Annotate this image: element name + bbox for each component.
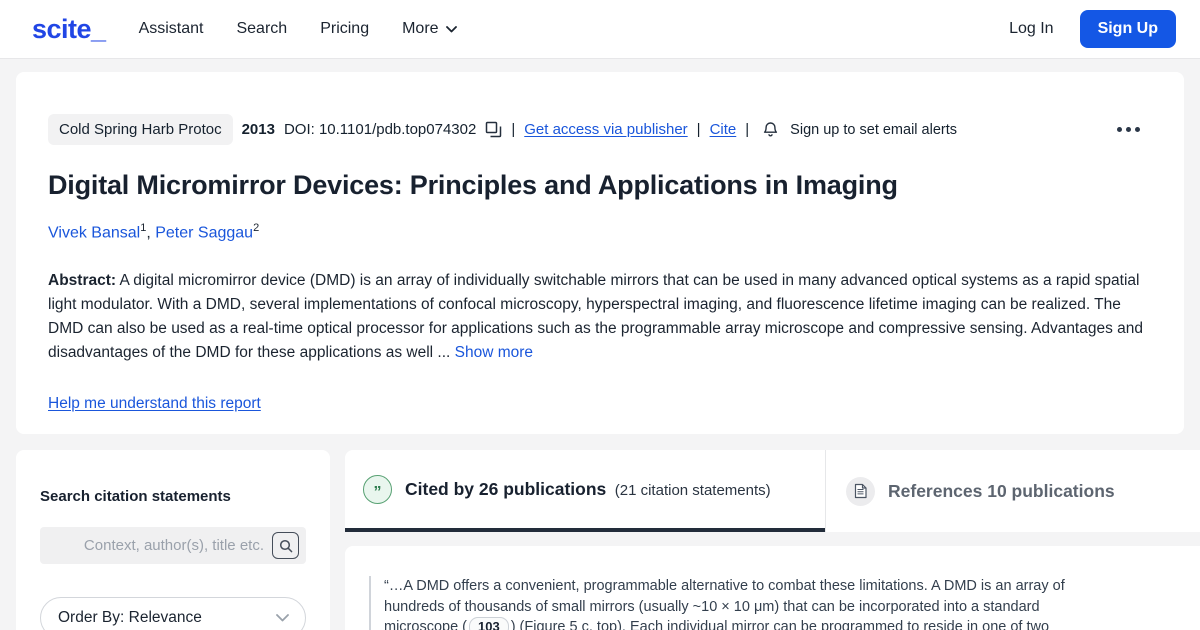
citation-statements-count: (21 citation statements) [614,481,771,499]
signup-button[interactable]: Sign Up [1079,10,1176,48]
search-panel-heading: Search citation statements [40,488,231,505]
citation-search-box [40,527,306,564]
cite-link[interactable]: Cite [710,121,737,138]
nav-more[interactable]: More [402,20,457,38]
scite-logo[interactable]: scite_ [32,14,106,45]
author-separator: , [146,224,156,242]
author-list: Vivek Bansal1, Peter Saggau2 [48,222,1152,242]
references-document-icon [846,476,875,506]
copy-icon [485,121,502,138]
search-submit-button[interactable] [272,532,299,559]
separator: | [511,121,516,138]
chevron-down-icon [445,25,457,33]
separator: | [696,121,701,138]
doi-text: DOI: 10.1101/pdb.top074302 [283,121,477,138]
site-header: scite_ Assistant Search Pricing More Log… [0,0,1200,59]
order-by-value: Order By: Relevance [58,609,202,626]
paper-summary-card: Cold Spring Harb Protoc 2013 DOI: 10.110… [16,72,1184,434]
reference-number-badge[interactable]: 103 [469,617,509,630]
citation-search-panel: Search citation statements Order By: Rel… [16,450,330,630]
citation-statements-panel: “…A DMD offers a convenient, programmabl… [345,546,1200,630]
email-alerts-link[interactable]: Sign up to set email alerts [790,122,957,138]
help-understand-link[interactable]: Help me understand this report [48,395,261,413]
chevron-down-icon [276,614,289,622]
paper-meta-row: Cold Spring Harb Protoc 2013 DOI: 10.110… [48,114,1152,145]
citation-statements-icon: ” [363,474,392,504]
order-by-select[interactable]: Order By: Relevance [40,597,306,630]
login-link[interactable]: Log In [1009,20,1053,38]
author-affiliation-sup: 2 [253,222,260,234]
abstract: Abstract: A digital micromirror device (… [48,269,1152,365]
paper-title: Digital Micromirror Devices: Principles … [48,170,898,200]
references-label: References 10 publications [888,480,1115,501]
author-link[interactable]: Vivek Bansal [48,224,140,241]
ellipsis-icon [1117,127,1140,132]
main-nav: Assistant Search Pricing More [139,20,457,38]
abstract-label: Abstract: [48,272,117,290]
search-icon [279,539,293,553]
citation-search-input[interactable] [50,537,272,554]
tab-references[interactable]: References 10 publications [825,450,1200,532]
copy-doi-button[interactable] [485,121,502,138]
more-options-button[interactable] [1117,127,1152,132]
get-access-link[interactable]: Get access via publisher [524,121,687,138]
tab-cited-by[interactable]: ” Cited by 26 publications (21 citation … [345,450,825,532]
publication-year: 2013 [241,121,275,138]
cited-by-label: Cited by 26 publications [405,478,607,499]
header-actions: Log In Sign Up [1009,10,1176,48]
citation-statement: “…A DMD offers a convenient, programmabl… [369,576,1099,630]
author-link[interactable]: Peter Saggau [155,224,253,241]
bell-icon [762,121,779,139]
separator: | [745,121,750,138]
show-more-link[interactable]: Show more [455,344,533,361]
nav-pricing[interactable]: Pricing [320,20,369,38]
publications-tabbar: ” Cited by 26 publications (21 citation … [345,450,1200,532]
abstract-text: A digital micromirror device (DMD) is an… [48,272,1144,362]
nav-search[interactable]: Search [236,20,287,38]
nav-assistant[interactable]: Assistant [139,20,204,38]
journal-badge: Cold Spring Harb Protoc [48,114,233,145]
